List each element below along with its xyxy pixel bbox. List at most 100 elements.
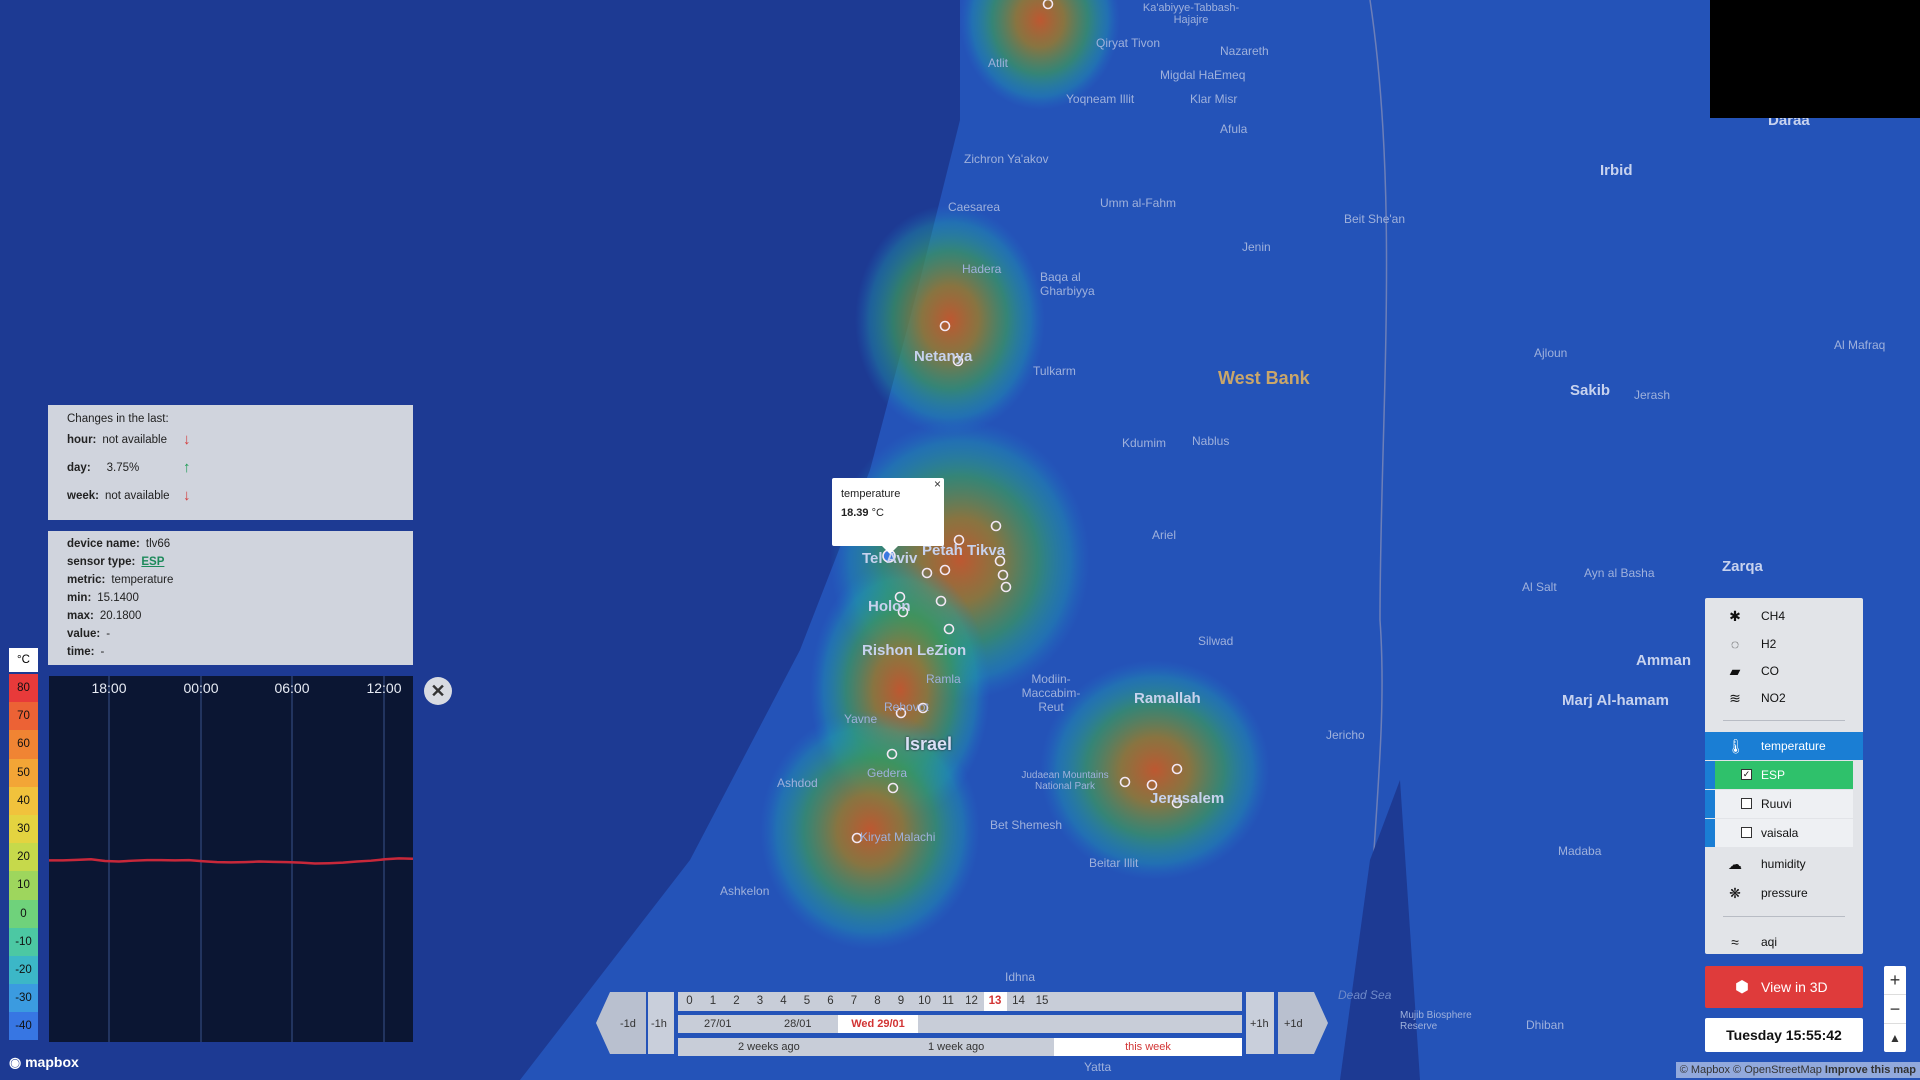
attribution-text[interactable]: © Mapbox © OpenStreetMap xyxy=(1680,1064,1822,1076)
minus-day-button[interactable]: -1d xyxy=(620,1018,636,1030)
h2-icon: ◌ xyxy=(1730,636,1740,652)
map-label: Zarqa xyxy=(1722,558,1763,575)
zoom-out-button[interactable]: − xyxy=(1884,995,1906,1024)
change-value: not available xyxy=(104,490,170,502)
plus-day-button[interactable]: +1d xyxy=(1284,1018,1303,1030)
map-label: Nablus xyxy=(1192,434,1230,448)
date-option-current[interactable]: Wed 29/01 xyxy=(838,1015,918,1033)
map-label: Ramla xyxy=(926,672,961,686)
hour-option[interactable]: 12 xyxy=(960,992,983,1011)
map-label: Kiryat Malachi xyxy=(860,830,936,844)
layer-humidity[interactable]: ☁ humidity xyxy=(1705,850,1863,878)
value-value: - xyxy=(106,628,111,640)
change-label: hour: xyxy=(67,434,97,446)
sensor-popup: × temperature 18.39 °C xyxy=(832,477,944,554)
layer-label: CH4 xyxy=(1761,609,1786,623)
checkbox[interactable] xyxy=(1741,798,1752,809)
map-label: Irbid xyxy=(1600,162,1633,179)
hour-option[interactable]: 11 xyxy=(937,992,960,1011)
divider xyxy=(1723,916,1845,917)
aqi-icon: ≈ xyxy=(1731,934,1739,950)
map-label: Umm al-Fahm xyxy=(1100,196,1177,210)
hour-option[interactable]: 5 xyxy=(796,992,819,1011)
layer-h2[interactable]: ◌ H2 xyxy=(1705,630,1863,658)
sensor-filter-esp[interactable]: ✓ ESP xyxy=(1705,761,1853,789)
min-value: 15.1400 xyxy=(97,592,139,604)
device-info-panel: device name: tlv66 sensor type: ESP metric… xyxy=(48,531,413,665)
layer-ch4[interactable]: ✱ CH4 xyxy=(1705,602,1863,630)
device-name-label: device name: xyxy=(67,538,140,550)
map-label: Bet Shemesh xyxy=(990,818,1063,832)
checkbox[interactable]: ✓ xyxy=(1741,769,1752,780)
clock-display: Tuesday 15:55:42 xyxy=(1705,1018,1863,1052)
map-label: Afula xyxy=(1220,122,1248,136)
layer-no2[interactable]: ≋ NO2 xyxy=(1705,684,1863,712)
layer-label: temperature xyxy=(1761,739,1826,753)
video-overlay xyxy=(1710,0,1920,118)
improve-map-link[interactable]: Improve this map xyxy=(1825,1064,1916,1076)
map-label: Jerusalem xyxy=(1150,790,1225,807)
mapbox-logo[interactable]: ◉ mapbox xyxy=(9,1054,79,1071)
hour-option[interactable]: 7 xyxy=(843,992,866,1011)
popup-close-button[interactable]: × xyxy=(934,477,941,491)
map-label: Marj Al-hamam xyxy=(1562,692,1669,709)
layer-co[interactable]: ▰ CO xyxy=(1705,657,1863,685)
layer-label: aqi xyxy=(1761,935,1778,949)
legend-item: 50 xyxy=(9,758,38,787)
hour-option-current[interactable]: 13 xyxy=(983,992,1007,1011)
hour-option[interactable]: 6 xyxy=(819,992,842,1011)
range-selector: 2 weeks ago 1 week ago this week xyxy=(678,1038,1242,1056)
map-label: Al Salt xyxy=(1522,580,1557,594)
max-label: max: xyxy=(67,610,94,622)
close-chart-button[interactable]: ✕ xyxy=(424,677,452,705)
checkbox[interactable] xyxy=(1741,827,1752,838)
layer-label: pressure xyxy=(1761,886,1808,900)
hour-option[interactable]: 10 xyxy=(913,992,936,1011)
popup-value: 18.39 xyxy=(841,507,869,519)
legend-item: 0 xyxy=(9,899,38,928)
hour-option[interactable]: 9 xyxy=(890,992,913,1011)
map-label: Silwad xyxy=(1198,634,1234,648)
hour-option[interactable]: 0 xyxy=(678,992,701,1011)
map-label: Yoqneam Illit xyxy=(1066,92,1135,106)
map-label: Jericho xyxy=(1326,728,1365,742)
popup-unit: °C xyxy=(871,507,884,519)
layer-temperature[interactable]: 🌡 temperature xyxy=(1705,732,1863,760)
legend-item: -10 xyxy=(9,927,38,956)
hour-selector: 0 1 2 3 4 5 6 7 8 9 10 11 12 13 14 15 xyxy=(678,992,1242,1011)
hour-option[interactable]: 1 xyxy=(702,992,725,1011)
layer-label: NO2 xyxy=(1761,691,1786,705)
sensor-type-link[interactable]: ESP xyxy=(141,556,164,568)
sensor-filter-vaisala[interactable]: vaisala xyxy=(1705,819,1853,847)
hour-option[interactable]: 8 xyxy=(866,992,889,1011)
date-option[interactable]: 28/01 xyxy=(784,1018,812,1030)
minus-hour-label: -1h xyxy=(651,1018,667,1030)
arrow-down-icon: ↓ xyxy=(183,431,191,448)
changes-panel: Changes in the last: hour: not available … xyxy=(48,405,413,520)
legend-item: -30 xyxy=(9,984,38,1013)
view-3d-button[interactable]: ⬢ View in 3D xyxy=(1705,966,1863,1008)
change-value: not available xyxy=(102,434,167,446)
minus-hour-button[interactable]: -1h xyxy=(648,992,674,1054)
range-option-current[interactable]: this week xyxy=(1054,1038,1242,1056)
map-label: Sakib xyxy=(1570,382,1611,399)
thermometer-icon: 🌡 xyxy=(1727,738,1745,754)
hour-option[interactable]: 15 xyxy=(1031,992,1054,1011)
date-option[interactable]: 27/01 xyxy=(704,1018,732,1030)
map-label: Netanya xyxy=(914,348,973,365)
sensor-filter-ruuvi[interactable]: Ruuvi xyxy=(1705,790,1853,818)
zoom-in-button[interactable]: + xyxy=(1884,966,1906,995)
layer-pressure[interactable]: ❋ pressure xyxy=(1705,879,1863,907)
range-option[interactable]: 1 week ago xyxy=(928,1041,984,1053)
range-option[interactable]: 2 weeks ago xyxy=(738,1041,800,1053)
hour-option[interactable]: 3 xyxy=(749,992,772,1011)
hour-option[interactable]: 14 xyxy=(1007,992,1030,1011)
hour-option[interactable]: 4 xyxy=(772,992,795,1011)
compass-button[interactable]: ▲ xyxy=(1884,1024,1906,1052)
hour-option[interactable]: 2 xyxy=(725,992,748,1011)
map-label: Ashkelon xyxy=(720,884,770,898)
map-label: Ajloun xyxy=(1534,346,1568,360)
layer-aqi[interactable]: ≈ aqi xyxy=(1705,928,1863,956)
plus-hour-button[interactable]: +1h xyxy=(1246,992,1274,1054)
map-label: Caesarea xyxy=(948,200,1001,214)
